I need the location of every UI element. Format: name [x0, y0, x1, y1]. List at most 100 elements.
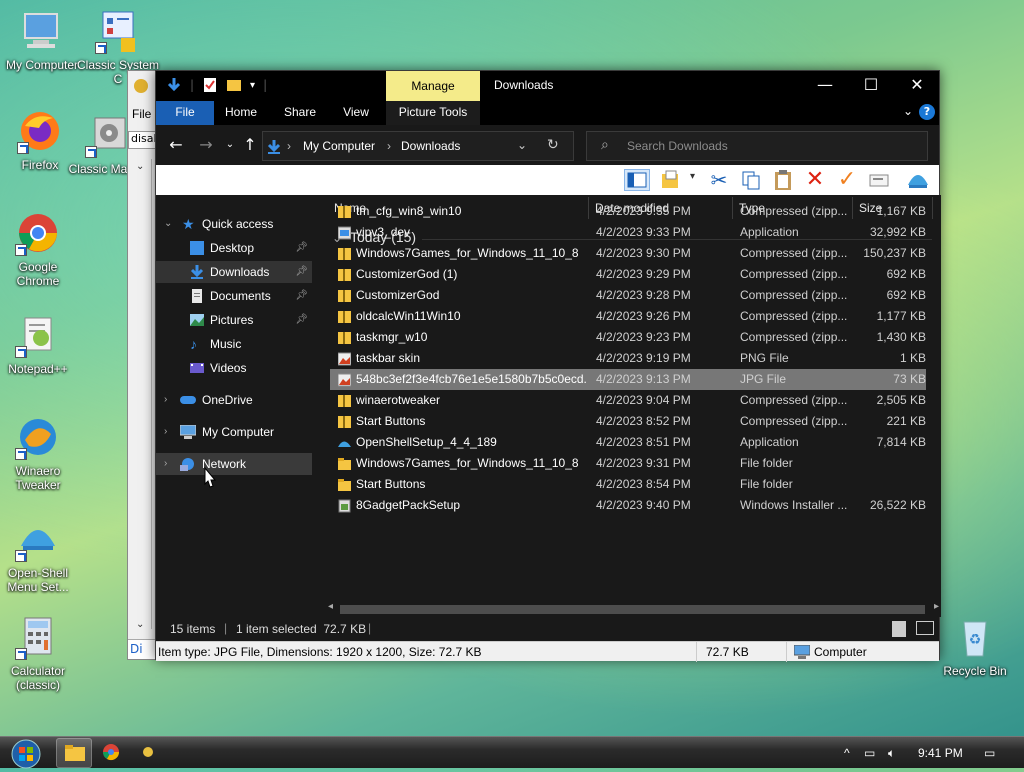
minimize-button[interactable]: —	[802, 71, 848, 99]
refresh-icon[interactable]: ↻	[547, 137, 559, 153]
tab-manage[interactable]: Manage	[386, 71, 480, 101]
pin-icon[interactable]: 📌︎	[295, 261, 308, 283]
table-row[interactable]: winaerotweaker 4/2/2023 9:04 PM Compressed…	[330, 390, 926, 411]
tab-home[interactable]: Home	[218, 101, 264, 125]
bg-bottom-link[interactable]: Di	[128, 639, 158, 659]
scroll-left-icon[interactable]: ◂	[328, 601, 333, 612]
back-arrow-icon[interactable]: ←	[164, 133, 188, 157]
desktop-icon-recycle-bin[interactable]: ♻ Recycle Bin	[933, 614, 1017, 678]
horizontal-scrollbar[interactable]: ◂ ▸	[326, 601, 941, 617]
chevron-down-icon[interactable]: ⌄	[517, 138, 527, 152]
large-icons-view-button[interactable]	[916, 621, 934, 635]
chevron-down-icon[interactable]: ⌄	[903, 104, 913, 118]
table-row[interactable]: tm_cfg_win8_win10 4/2/2023 9:35 PM Compres…	[330, 201, 926, 222]
bg-scrollbar[interactable]: ⌄ ⌄	[130, 159, 152, 630]
nav-music[interactable]: ♪ Music	[156, 333, 312, 355]
notification-icon[interactable]: ▭	[984, 737, 995, 769]
tab-file[interactable]: File	[156, 101, 214, 125]
desktop-icon-openshell[interactable]: Open-Shell Menu Set...	[0, 516, 80, 594]
forward-arrow-icon[interactable]: →	[194, 133, 218, 157]
download-arrow-icon[interactable]	[166, 77, 182, 93]
breadcrumb-my-computer[interactable]: My Computer	[303, 139, 375, 153]
network-tray-icon[interactable]: ▭	[864, 737, 875, 769]
desktop-icon-chrome[interactable]: Google Chrome	[0, 210, 80, 288]
up-arrow-icon[interactable]: ↑	[238, 133, 262, 157]
table-row[interactable]: Windows7Games_for_Windows_11_10_8 4/2/202…	[330, 243, 926, 264]
clock[interactable]: 9:41 PM	[918, 737, 963, 769]
folder-options-icon[interactable]	[660, 169, 682, 191]
breadcrumb-downloads[interactable]: Downloads	[401, 139, 460, 153]
copy-icon[interactable]	[740, 169, 762, 191]
table-row[interactable]: oldcalcWin11Win10 4/2/2023 9:26 PM Compres…	[330, 306, 926, 327]
pin-icon[interactable]: 📌︎	[295, 237, 308, 259]
table-row[interactable]: 548bc3ef2f3e4fcb76e1e5e1580b7b5c0ecd... 4…	[330, 369, 926, 390]
table-row[interactable]: CustomizerGod 4/2/2023 9:28 PM Compressed …	[330, 285, 926, 306]
chevron-right-icon[interactable]: ›	[164, 421, 167, 443]
new-folder-icon[interactable]	[226, 77, 242, 93]
nav-desktop[interactable]: Desktop 📌︎	[156, 237, 312, 259]
desktop-icon-notepadpp[interactable]: Notepad++	[0, 312, 80, 376]
table-row[interactable]: Start Buttons 4/2/2023 8:52 PM Compressed …	[330, 411, 926, 432]
delete-icon[interactable]: ✕	[804, 169, 826, 191]
cut-icon[interactable]: ✂	[708, 169, 730, 191]
table-row[interactable]: CustomizerGod (1) 4/2/2023 9:29 PM Compres…	[330, 264, 926, 285]
start-button[interactable]	[4, 737, 44, 769]
nav-videos[interactable]: Videos	[156, 357, 312, 379]
chevron-right-icon[interactable]: ›	[164, 389, 167, 411]
search-input[interactable]: Search Downloads	[627, 139, 728, 153]
table-row[interactable]: OpenShellSetup_4_4_189 4/2/2023 8:51 PM Ap…	[330, 432, 926, 453]
show-hidden-icons[interactable]: ^	[844, 737, 850, 769]
bg-input[interactable]: disab	[128, 131, 158, 149]
nav-quick-access[interactable]: ⌄ ★ Quick access	[156, 213, 312, 235]
chevron-right-icon[interactable]: ›	[164, 453, 167, 475]
chevron-down-icon[interactable]: ⌄	[136, 619, 144, 630]
nav-documents[interactable]: Documents 📌︎	[156, 285, 312, 307]
chevron-down-icon[interactable]: ▾	[690, 171, 695, 182]
properties-icon[interactable]	[202, 77, 218, 93]
taskbar-chrome[interactable]	[94, 738, 130, 768]
paste-icon[interactable]	[772, 169, 794, 191]
about-icon[interactable]	[906, 169, 928, 191]
table-row[interactable]: Windows7Games_for_Windows_11_10_8 4/2/202…	[330, 453, 926, 474]
nav-my-computer[interactable]: › My Computer	[156, 421, 312, 443]
rename-icon[interactable]	[868, 169, 890, 191]
scroll-right-icon[interactable]: ▸	[934, 601, 939, 612]
tab-picture-tools[interactable]: Picture Tools	[386, 101, 480, 125]
table-row[interactable]: taskbar skin 4/2/2023 9:19 PM PNG File 1 KB	[330, 348, 926, 369]
pane-toggle-icon[interactable]	[624, 169, 650, 191]
tab-view[interactable]: View	[334, 101, 378, 125]
title-bar[interactable]: | ▾ | Manage Downloads — ☐ ✕	[156, 71, 939, 101]
background-window[interactable]: File disab ⌄ ⌄ Di	[127, 70, 158, 660]
help-icon[interactable]: ?	[919, 104, 935, 120]
desktop-icon-my-computer[interactable]: My Computer	[0, 8, 84, 72]
explorer-window[interactable]: | ▾ | Manage Downloads — ☐ ✕ File Home S…	[155, 70, 941, 662]
table-row[interactable]: Start Buttons 4/2/2023 8:54 PM File folder	[330, 474, 926, 495]
pane-splitter[interactable]	[318, 195, 326, 641]
chevron-down-icon[interactable]: ▾	[250, 80, 255, 91]
close-button[interactable]: ✕	[894, 71, 940, 99]
nav-downloads[interactable]: Downloads 📌︎	[156, 261, 312, 283]
nav-network[interactable]: › Network	[156, 453, 312, 475]
chevron-up-icon[interactable]: ⌄	[136, 161, 144, 172]
volume-icon[interactable]: 🔈︎	[888, 737, 895, 769]
chevron-down-icon[interactable]: ⌄	[164, 213, 172, 235]
maximize-button[interactable]: ☐	[848, 71, 894, 99]
taskbar-classic-app[interactable]	[130, 738, 166, 768]
scroll-thumb[interactable]	[340, 605, 925, 614]
table-row[interactable]: vipv3_dev 4/2/2023 9:33 PM Application 32,9…	[330, 222, 926, 243]
table-row[interactable]: 8GadgetPackSetup 4/2/2023 9:40 PM Windows …	[330, 495, 926, 516]
pin-icon[interactable]: 📌︎	[295, 285, 308, 307]
tab-share[interactable]: Share	[276, 101, 324, 125]
pin-icon[interactable]: 📌︎	[295, 309, 308, 331]
nav-pictures[interactable]: Pictures 📌︎	[156, 309, 312, 331]
search-box[interactable]: ⌕ Search Downloads	[586, 131, 928, 161]
table-row[interactable]: taskmgr_w10 4/2/2023 9:23 PM Compressed (z…	[330, 327, 926, 348]
checkmark-icon[interactable]: ✓	[836, 169, 858, 191]
taskbar-explorer[interactable]	[56, 738, 92, 768]
desktop-icon-winaero[interactable]: Winaero Tweaker	[0, 414, 80, 492]
address-bar[interactable]: › My Computer › Downloads ⌄ ↻	[262, 131, 574, 161]
bg-menu-file[interactable]: File	[132, 107, 151, 121]
nav-onedrive[interactable]: › OneDrive	[156, 389, 312, 411]
desktop-icon-calculator[interactable]: Calculator (classic)	[0, 614, 80, 692]
details-view-button[interactable]	[892, 621, 906, 637]
